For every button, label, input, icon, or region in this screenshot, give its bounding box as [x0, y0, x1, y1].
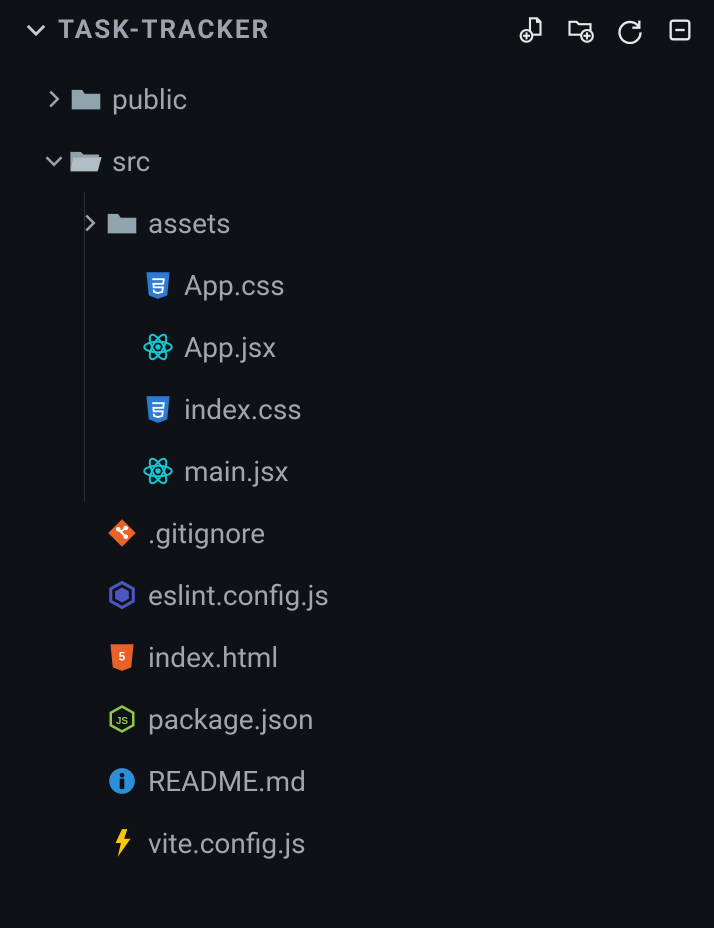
collapse-all-button[interactable]: [664, 14, 696, 46]
folder-label: public: [112, 83, 187, 116]
folder-open-icon: [68, 148, 104, 174]
file-label: index.html: [148, 641, 278, 674]
indent-guide: [84, 192, 85, 254]
css-icon: [140, 270, 176, 300]
file-label: README.md: [148, 765, 306, 798]
folder-label: src: [112, 145, 150, 178]
folder-icon: [104, 210, 140, 236]
chevron-right-icon: [76, 213, 104, 233]
folder-icon: [68, 86, 104, 112]
nodejs-icon: JS: [104, 704, 140, 734]
file-tree: public src assets: [0, 54, 714, 874]
explorer-actions: [514, 14, 696, 46]
svg-text:JS: JS: [116, 716, 129, 727]
folder-label: assets: [148, 207, 231, 240]
new-file-button[interactable]: [514, 14, 546, 46]
react-icon: [140, 456, 176, 486]
refresh-button[interactable]: [614, 14, 646, 46]
indent-guide: [84, 254, 85, 316]
git-icon: [104, 518, 140, 548]
file-package-json[interactable]: JS package.json: [0, 688, 714, 750]
explorer-header: TASK-TRACKER: [0, 14, 714, 54]
file-label: package.json: [148, 703, 314, 736]
chevron-right-icon: [40, 89, 68, 109]
html-icon: 5: [104, 642, 140, 672]
react-icon: [140, 332, 176, 362]
file-label: eslint.config.js: [148, 579, 329, 612]
file-readme[interactable]: README.md: [0, 750, 714, 812]
file-label: main.jsx: [184, 455, 288, 488]
file-label: App.css: [184, 269, 285, 302]
folder-assets[interactable]: assets: [0, 192, 714, 254]
file-index-html[interactable]: 5 index.html: [0, 626, 714, 688]
indent-guide: [84, 440, 85, 502]
vite-icon: [104, 828, 140, 858]
file-index-css[interactable]: index.css: [0, 378, 714, 440]
folder-src[interactable]: src: [0, 130, 714, 192]
file-label: .gitignore: [148, 517, 265, 550]
folder-public[interactable]: public: [0, 68, 714, 130]
file-label: vite.config.js: [148, 827, 306, 860]
css-icon: [140, 394, 176, 424]
chevron-down-icon: [22, 19, 50, 41]
file-gitignore[interactable]: .gitignore: [0, 502, 714, 564]
project-title: TASK-TRACKER: [58, 15, 270, 45]
eslint-icon: [104, 580, 140, 610]
file-app-jsx[interactable]: App.jsx: [0, 316, 714, 378]
chevron-down-icon: [40, 151, 68, 171]
project-root-toggle[interactable]: TASK-TRACKER: [22, 15, 270, 45]
info-icon: [104, 767, 140, 795]
indent-guide: [84, 316, 85, 378]
file-label: index.css: [184, 393, 302, 426]
indent-guide: [84, 378, 85, 440]
svg-text:5: 5: [119, 651, 126, 663]
file-explorer: TASK-TRACKER: [0, 0, 714, 874]
file-app-css[interactable]: App.css: [0, 254, 714, 316]
file-vite-config[interactable]: vite.config.js: [0, 812, 714, 874]
file-main-jsx[interactable]: main.jsx: [0, 440, 714, 502]
file-eslint-config[interactable]: eslint.config.js: [0, 564, 714, 626]
new-folder-button[interactable]: [564, 14, 596, 46]
file-label: App.jsx: [184, 331, 276, 364]
